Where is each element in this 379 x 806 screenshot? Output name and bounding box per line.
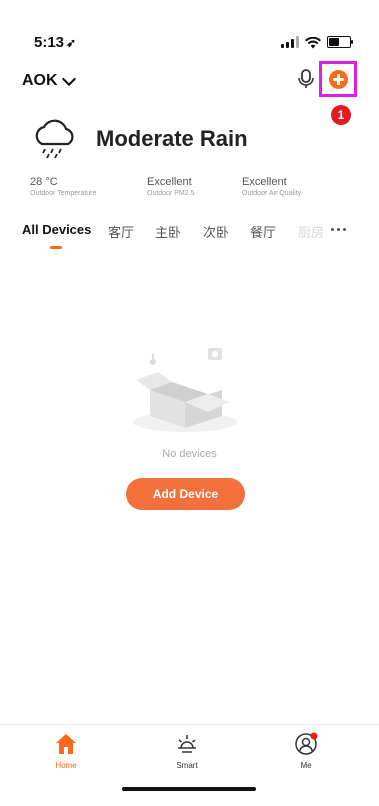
nav-me[interactable]: Me [276, 731, 336, 770]
nav-smart[interactable]: Smart [157, 731, 217, 770]
location-icon: ➶ [66, 36, 77, 50]
metric-label: Outdoor Air Quality [242, 190, 302, 197]
empty-state-message: No devices [162, 448, 217, 460]
metric-pm25: Excellent Outdoor PM2.5 [147, 176, 194, 197]
home-selector[interactable]: AOK [22, 71, 76, 90]
nav-label: Smart [176, 761, 198, 770]
wifi-icon [305, 36, 321, 49]
add-button-highlight [319, 61, 357, 97]
status-indicators [281, 36, 353, 49]
microphone-icon[interactable] [296, 68, 316, 90]
phone-screen: 5:13 ➶ AOK 1 Moderate Rain 28 °C Outdoor… [0, 0, 379, 806]
battery-icon [327, 36, 353, 48]
cellular-signal-icon [281, 36, 299, 48]
more-tabs-icon[interactable] [331, 223, 346, 231]
home-name: AOK [22, 72, 58, 89]
bottom-navigation: Home Smart Me [0, 724, 379, 806]
nav-label: Home [55, 761, 77, 770]
tab-room-1[interactable]: 客厅 [108, 222, 134, 241]
metric-air-quality: Excellent Outdoor Air Quality [242, 176, 301, 197]
nav-home[interactable]: Home [36, 731, 96, 770]
step-number-badge: 1 [331, 105, 351, 125]
tab-room-4[interactable]: 餐厅 [250, 222, 276, 241]
home-icon [53, 731, 79, 757]
sun-icon [174, 731, 200, 757]
room-tabs: All Devices 客厅 主卧 次卧 餐厅 厨房 [22, 222, 357, 252]
metric-label: Outdoor Temperature [30, 190, 97, 197]
active-tab-indicator [50, 246, 62, 249]
rain-cloud-icon [30, 116, 80, 160]
metric-value: Excellent [147, 176, 192, 188]
weather-condition: Moderate Rain [96, 126, 248, 151]
tab-room-3[interactable]: 次卧 [203, 222, 229, 241]
status-time: 5:13 ➶ [34, 34, 76, 51]
profile-icon [293, 731, 319, 757]
add-plus-button[interactable] [329, 70, 348, 89]
metric-value: 28 °C [30, 176, 58, 188]
status-bar: 5:13 ➶ [0, 0, 379, 58]
metric-value: Excellent [242, 176, 287, 188]
tab-all-devices[interactable]: All Devices [22, 222, 91, 237]
metric-label: Outdoor PM2.5 [147, 190, 195, 197]
tab-room-5[interactable]: 厨房 [298, 222, 324, 241]
status-time-text: 5:13 [34, 34, 65, 51]
add-device-button[interactable]: Add Device [126, 478, 245, 510]
nav-label: Me [300, 761, 312, 770]
metric-temperature: 28 °C Outdoor Temperature [30, 176, 96, 197]
chevron-down-icon [61, 71, 76, 87]
notification-dot [310, 732, 318, 740]
home-indicator[interactable] [122, 787, 256, 791]
tab-room-2[interactable]: 主卧 [155, 222, 181, 241]
empty-box-illustration [130, 340, 250, 440]
